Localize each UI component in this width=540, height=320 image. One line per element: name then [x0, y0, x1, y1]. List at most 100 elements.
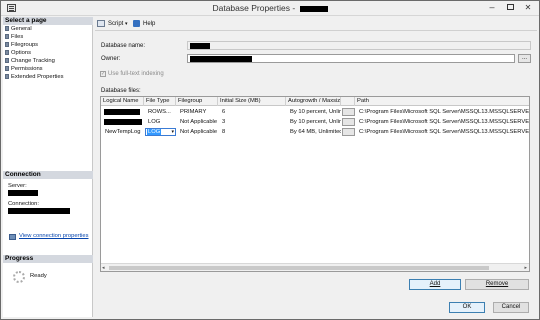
view-connection-properties-link[interactable]: View connection properties — [19, 233, 89, 239]
owner-label: Owner: — [101, 56, 121, 62]
ok-button-label: OK — [462, 304, 472, 310]
page-item-label: Filegroups — [11, 42, 39, 49]
redacted-db-name-value — [190, 43, 210, 49]
redacted-server — [8, 190, 38, 196]
cancel-button-label: Cancel — [501, 304, 521, 310]
database-files-grid: Logical Name File Type Filegroup Initial… — [100, 96, 530, 272]
file-type-cell[interactable]: ROWS... — [146, 107, 176, 117]
minimize-button[interactable]: – — [483, 1, 501, 15]
redacted-owner-value — [190, 56, 252, 62]
scroll-right-icon[interactable]: ▸ — [524, 265, 527, 271]
page-icon — [5, 50, 9, 55]
file-type-cell[interactable]: LOG — [146, 117, 176, 127]
filegroup-cell[interactable]: PRIMARY — [178, 107, 220, 117]
owner-browse-button[interactable]: ... — [518, 54, 531, 63]
progress-header: Progress — [3, 255, 93, 263]
grid-header: Logical Name File Type Filegroup Initial… — [101, 97, 529, 106]
initial-size-cell[interactable]: 6 — [220, 107, 282, 117]
page-item-general[interactable]: General — [5, 26, 32, 33]
autogrowth-cell: By 10 percent, Unlimited — [290, 109, 341, 115]
table-row[interactable]: ROWS... PRIMARY 6 By 10 percent, Unlimit… — [101, 107, 530, 117]
page-icon — [5, 74, 9, 79]
redacted-logical-name — [104, 119, 142, 125]
left-pane: Select a page General Files Filegroups O… — [3, 17, 93, 317]
fulltext-label: Use full-text indexing — [108, 71, 164, 77]
page-icon — [5, 34, 9, 39]
database-name-field — [187, 41, 531, 50]
add-button[interactable]: Add — [409, 279, 461, 290]
page-item-label: General — [11, 26, 32, 33]
close-button[interactable]: ✕ — [519, 1, 537, 15]
scroll-left-icon[interactable]: ◂ — [102, 265, 105, 271]
redacted-db-name — [299, 5, 328, 12]
initial-size-cell[interactable]: 3 — [220, 117, 282, 127]
scrollbar-thumb[interactable] — [109, 266, 489, 270]
autogrowth-cell: By 64 MB, Unlimited — [290, 129, 341, 135]
page-item-permissions[interactable]: Permissions — [5, 66, 43, 73]
logical-name-cell[interactable]: NewTempLog — [103, 127, 145, 137]
close-icon: ✕ — [524, 3, 532, 12]
column-header[interactable]: Logical Name — [101, 97, 144, 106]
page-item-label: Change Tracking — [11, 58, 55, 65]
script-button[interactable]: Script — [108, 19, 123, 29]
remove-button[interactable]: Remove — [465, 279, 529, 290]
redacted-connection — [8, 208, 70, 214]
remove-button-label: Remove — [485, 281, 509, 287]
owner-field[interactable] — [187, 54, 515, 63]
autogrowth-browse-button[interactable] — [342, 128, 355, 136]
column-header[interactable] — [341, 97, 355, 106]
script-icon — [97, 20, 105, 27]
connection-header: Connection — [3, 171, 93, 179]
database-properties-window: Database Properties - – ✕ Select a page … — [0, 0, 540, 320]
add-button-label: Add — [429, 281, 441, 287]
column-header[interactable]: Path — [355, 97, 529, 106]
select-page-header: Select a page — [3, 17, 93, 25]
column-header[interactable]: File Type — [144, 97, 176, 106]
connection-label: Connection: — [8, 201, 39, 207]
initial-size-cell[interactable]: 8 — [220, 127, 282, 137]
page-item-extended-properties[interactable]: Extended Properties — [5, 74, 64, 81]
page-icon — [5, 26, 9, 31]
redacted-logical-name — [104, 109, 140, 115]
page-item-label: Options — [11, 50, 31, 57]
help-button[interactable]: Help — [143, 19, 155, 29]
window-title-wrap: Database Properties - — [1, 3, 539, 13]
connection-properties-icon — [9, 234, 16, 240]
filegroup-cell[interactable]: Not Applicable — [178, 127, 220, 137]
cancel-button[interactable]: Cancel — [493, 302, 529, 313]
column-header[interactable]: Filegroup — [176, 97, 218, 106]
table-row[interactable]: LOG Not Applicable 3 By 10 percent, Unli… — [101, 117, 529, 127]
autogrowth-browse-button[interactable] — [342, 108, 355, 116]
progress-spinner-icon — [13, 271, 25, 283]
window-title: Database Properties - — [212, 3, 298, 13]
page-icon — [5, 58, 9, 63]
ok-button[interactable]: OK — [449, 302, 485, 313]
page-item-filegroups[interactable]: Filegroups — [5, 42, 38, 49]
path-cell: C:\Program Files\Microsoft SQL Server\MS… — [359, 109, 530, 115]
server-label: Server: — [8, 183, 27, 189]
maximize-button[interactable] — [501, 1, 519, 15]
page-item-label: Extended Properties — [11, 74, 64, 81]
page-item-files[interactable]: Files — [5, 34, 23, 41]
chevron-down-icon: ▾ — [171, 129, 174, 135]
page-item-change-tracking[interactable]: Change Tracking — [5, 58, 55, 65]
title-bar[interactable]: Database Properties - – ✕ — [1, 1, 539, 16]
page-icon — [5, 42, 9, 47]
file-type-select[interactable]: LOG ▾ — [145, 128, 176, 136]
database-files-label: Database files: — [101, 88, 141, 94]
horizontal-scrollbar[interactable]: ◂ ▸ — [101, 263, 529, 271]
path-cell: C:\Program Files\Microsoft SQL Server\MS… — [359, 129, 530, 135]
column-header[interactable]: Initial Size (MB) — [218, 97, 286, 106]
page-item-options[interactable]: Options — [5, 50, 31, 57]
database-name-label: Database name: — [101, 43, 146, 49]
page-item-label: Files — [11, 34, 24, 41]
fulltext-checkbox[interactable]: ✓ — [100, 71, 106, 77]
table-row[interactable]: NewTempLog LOG ▾ Not Applicable 8 By 64 … — [101, 127, 530, 137]
script-dropdown-icon[interactable]: ▾ — [125, 19, 128, 29]
filegroup-cell[interactable]: Not Applicable — [178, 117, 220, 127]
page-icon — [5, 66, 9, 71]
autogrowth-cell: By 10 percent, Unlimited — [290, 119, 341, 125]
autogrowth-browse-button[interactable] — [342, 118, 355, 126]
column-header[interactable]: Autogrowth / Maxsize — [286, 97, 341, 106]
page-item-label: Permissions — [11, 66, 43, 73]
